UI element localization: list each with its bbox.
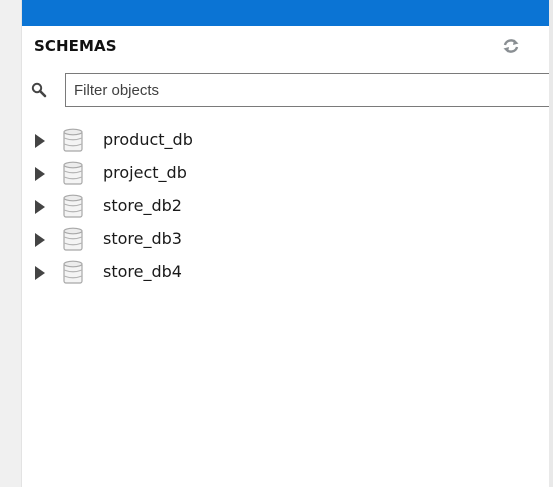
app-frame: SCHEMAS Filter objects product_db projec… <box>0 0 553 487</box>
search-icon <box>31 82 47 98</box>
filter-objects-input[interactable] <box>65 73 550 107</box>
expand-arrow-icon[interactable] <box>35 266 45 280</box>
right-gutter <box>549 0 553 487</box>
left-gutter <box>0 0 21 487</box>
schema-label: store_db3 <box>103 229 182 248</box>
schema-item-project-db[interactable]: project_db <box>22 158 322 188</box>
schema-label: store_db2 <box>103 196 182 215</box>
database-icon <box>63 128 83 152</box>
refresh-icon[interactable] <box>500 36 522 56</box>
expand-arrow-icon[interactable] <box>35 200 45 214</box>
database-icon <box>63 194 83 218</box>
schema-item-product-db[interactable]: product_db <box>22 125 322 155</box>
schema-item-store-db3[interactable]: store_db3 <box>22 224 322 254</box>
schema-item-store-db2[interactable]: store_db2 <box>22 191 322 221</box>
expand-arrow-icon[interactable] <box>35 134 45 148</box>
panel-header-bar <box>22 0 550 26</box>
expand-arrow-icon[interactable] <box>35 167 45 181</box>
database-icon <box>63 161 83 185</box>
expand-arrow-icon[interactable] <box>35 233 45 247</box>
database-icon <box>63 227 83 251</box>
schema-label: store_db4 <box>103 262 182 281</box>
schemas-title: SCHEMAS <box>34 37 117 55</box>
schema-label: product_db <box>103 130 193 149</box>
schema-item-store-db4[interactable]: store_db4 <box>22 257 322 287</box>
navigator-panel: SCHEMAS Filter objects product_db projec… <box>21 0 550 487</box>
schema-label: project_db <box>103 163 187 182</box>
database-icon <box>63 260 83 284</box>
